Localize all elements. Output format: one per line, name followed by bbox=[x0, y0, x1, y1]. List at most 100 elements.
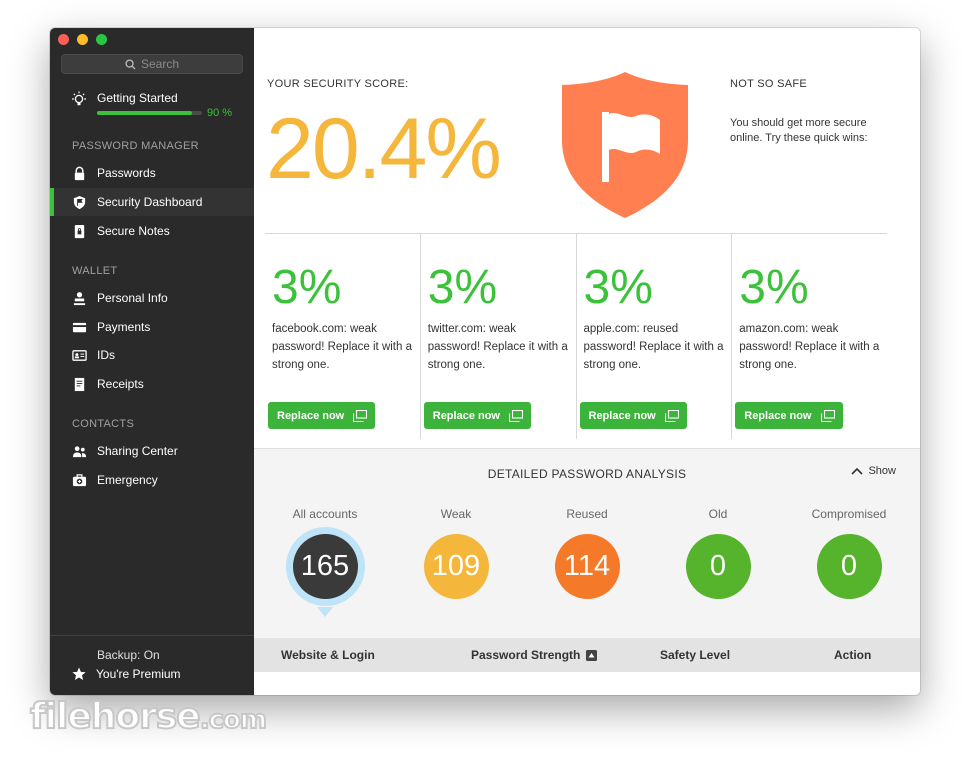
column-label: Action bbox=[834, 648, 872, 662]
getting-started-percent: 90 % bbox=[207, 107, 233, 119]
quick-win-percent: 3% bbox=[583, 261, 653, 314]
replace-now-button[interactable]: Replace now bbox=[735, 402, 843, 429]
stat-circle: 0 bbox=[816, 534, 882, 599]
stat-circle: 165 bbox=[292, 534, 358, 599]
section-password-manager: PASSWORD MANAGER bbox=[72, 140, 199, 152]
column-label: Website & Login bbox=[281, 648, 375, 662]
quick-win-card: 3% apple.com: reused password! Replace i… bbox=[577, 234, 733, 439]
getting-started[interactable]: Getting Started 90 % bbox=[70, 88, 240, 122]
chevron-up-icon bbox=[851, 467, 864, 475]
sidebar-item-personal-info[interactable]: Personal Info bbox=[50, 284, 254, 312]
replace-now-label: Replace now bbox=[432, 409, 500, 422]
card-icon bbox=[71, 319, 87, 335]
stat-old[interactable]: Old 0 bbox=[663, 507, 773, 599]
quick-win-card: 3% twitter.com: weak password! Replace i… bbox=[421, 234, 577, 439]
sidebar-item-label: IDs bbox=[97, 348, 115, 362]
quick-win-card: 3% facebook.com: weak password! Replace … bbox=[265, 234, 421, 439]
stat-circle: 109 bbox=[423, 534, 489, 599]
close-window-button[interactable] bbox=[58, 34, 69, 45]
shield-flag-icon bbox=[562, 72, 688, 218]
premium-status[interactable]: You're Premium bbox=[72, 667, 181, 681]
shield-icon bbox=[71, 194, 87, 210]
quick-win-percent: 3% bbox=[272, 261, 342, 314]
selection-pointer bbox=[317, 607, 333, 617]
quick-wins: 3% facebook.com: weak password! Replace … bbox=[265, 233, 887, 439]
stat-label: Old bbox=[708, 507, 728, 521]
star-icon bbox=[72, 667, 86, 680]
column-action[interactable]: Action bbox=[834, 648, 871, 662]
sidebar-item-label: Sharing Center bbox=[97, 444, 178, 458]
stat-circle: 0 bbox=[685, 534, 751, 599]
quick-win-message: twitter.com: weak password! Replace it w… bbox=[427, 323, 568, 371]
search-placeholder: Search bbox=[140, 57, 180, 71]
sidebar-item-receipts[interactable]: Receipts bbox=[50, 370, 254, 398]
sidebar-item-ids[interactable]: IDs bbox=[50, 341, 254, 369]
replace-now-button[interactable]: Replace now bbox=[579, 402, 687, 429]
zoom-window-button[interactable] bbox=[96, 34, 107, 45]
open-window-icon bbox=[509, 409, 523, 422]
replace-now-label: Replace now bbox=[744, 409, 812, 422]
password-analysis: DETAILED PASSWORD ANALYSIS Show All acco… bbox=[254, 448, 920, 638]
sidebar-item-label: Personal Info bbox=[97, 291, 168, 305]
stat-compromised[interactable]: Compromised 0 bbox=[794, 507, 904, 599]
getting-started-progress bbox=[97, 111, 202, 115]
table-header: Website & Login Password Strength Safety… bbox=[254, 638, 920, 672]
quick-win-percent: 3% bbox=[427, 261, 498, 314]
stat-reused[interactable]: Reused 114 bbox=[532, 507, 642, 599]
status-title: NOT SO SAFE bbox=[730, 78, 808, 90]
security-dashboard: YOUR SECURITY SCORE: 20.4% NOT SO SAFE Y… bbox=[254, 28, 920, 695]
note-icon bbox=[71, 223, 87, 239]
watermark-logo: filehorse.com bbox=[29, 695, 268, 738]
sidebar-item-security-dashboard[interactable]: Security Dashboard bbox=[50, 188, 254, 216]
sort-icon bbox=[586, 649, 598, 661]
column-safety-level[interactable]: Safety Level bbox=[660, 648, 730, 662]
minimize-window-button[interactable] bbox=[77, 34, 88, 45]
stat-all-accounts[interactable]: All accounts 165 bbox=[270, 507, 380, 617]
sidebar-item-label: Payments bbox=[97, 320, 151, 334]
sidebar-item-label: Emergency bbox=[97, 473, 158, 487]
progress-fill bbox=[97, 111, 192, 115]
search-input[interactable]: Search bbox=[61, 54, 243, 74]
replace-now-button[interactable]: Replace now bbox=[423, 402, 531, 429]
watermark-text: filehorse bbox=[29, 695, 202, 738]
lightbulb-icon bbox=[72, 91, 86, 106]
sidebar-item-payments[interactable]: Payments bbox=[50, 313, 254, 341]
watermark-suffix: .com bbox=[199, 704, 268, 736]
stat-label: Reused bbox=[566, 507, 608, 521]
sidebar-item-emergency[interactable]: Emergency bbox=[50, 466, 254, 494]
backup-status[interactable]: Backup: On bbox=[97, 648, 160, 662]
quick-win-message: amazon.com: weak password! Replace it wi… bbox=[739, 323, 880, 371]
sidebar-item-label: Secure Notes bbox=[97, 224, 170, 238]
replace-now-label: Replace now bbox=[277, 409, 345, 422]
stat-weak[interactable]: Weak 109 bbox=[401, 507, 511, 599]
lock-icon bbox=[71, 165, 87, 181]
sidebar: Search Getting Started 90 % PASSWORD MAN… bbox=[50, 28, 254, 695]
score-label: YOUR SECURITY SCORE: bbox=[267, 78, 409, 90]
person-icon bbox=[71, 290, 87, 306]
show-toggle[interactable]: Show bbox=[851, 465, 896, 477]
quick-win-percent: 3% bbox=[739, 261, 809, 314]
sidebar-footer: Backup: On You're Premium bbox=[50, 635, 254, 695]
quick-win-message: apple.com: reused password! Replace it w… bbox=[583, 323, 724, 371]
quick-win-card: 3% amazon.com: weak password! Replace it… bbox=[732, 234, 887, 439]
sidebar-item-passwords[interactable]: Passwords bbox=[50, 159, 254, 187]
column-website-login[interactable]: Website & Login bbox=[281, 648, 375, 662]
open-window-icon bbox=[353, 409, 368, 422]
replace-now-button[interactable]: Replace now bbox=[268, 402, 376, 429]
sidebar-item-label: Passwords bbox=[97, 166, 156, 180]
column-password-strength[interactable]: Password Strength bbox=[471, 648, 598, 662]
app-window: Search Getting Started 90 % PASSWORD MAN… bbox=[50, 28, 920, 695]
window-controls bbox=[58, 34, 107, 45]
premium-label: You're Premium bbox=[96, 667, 181, 681]
sidebar-item-secure-notes[interactable]: Secure Notes bbox=[50, 217, 254, 245]
open-window-icon bbox=[820, 409, 835, 422]
first-aid-icon bbox=[71, 472, 87, 488]
people-icon bbox=[71, 443, 87, 459]
column-label: Safety Level bbox=[660, 648, 731, 662]
sidebar-item-sharing-center[interactable]: Sharing Center bbox=[50, 437, 254, 465]
column-label: Password Strength bbox=[471, 648, 581, 662]
id-icon bbox=[71, 347, 87, 363]
stat-label: Compromised bbox=[811, 507, 887, 521]
sidebar-item-label: Receipts bbox=[97, 377, 144, 391]
section-wallet: WALLET bbox=[72, 265, 118, 277]
